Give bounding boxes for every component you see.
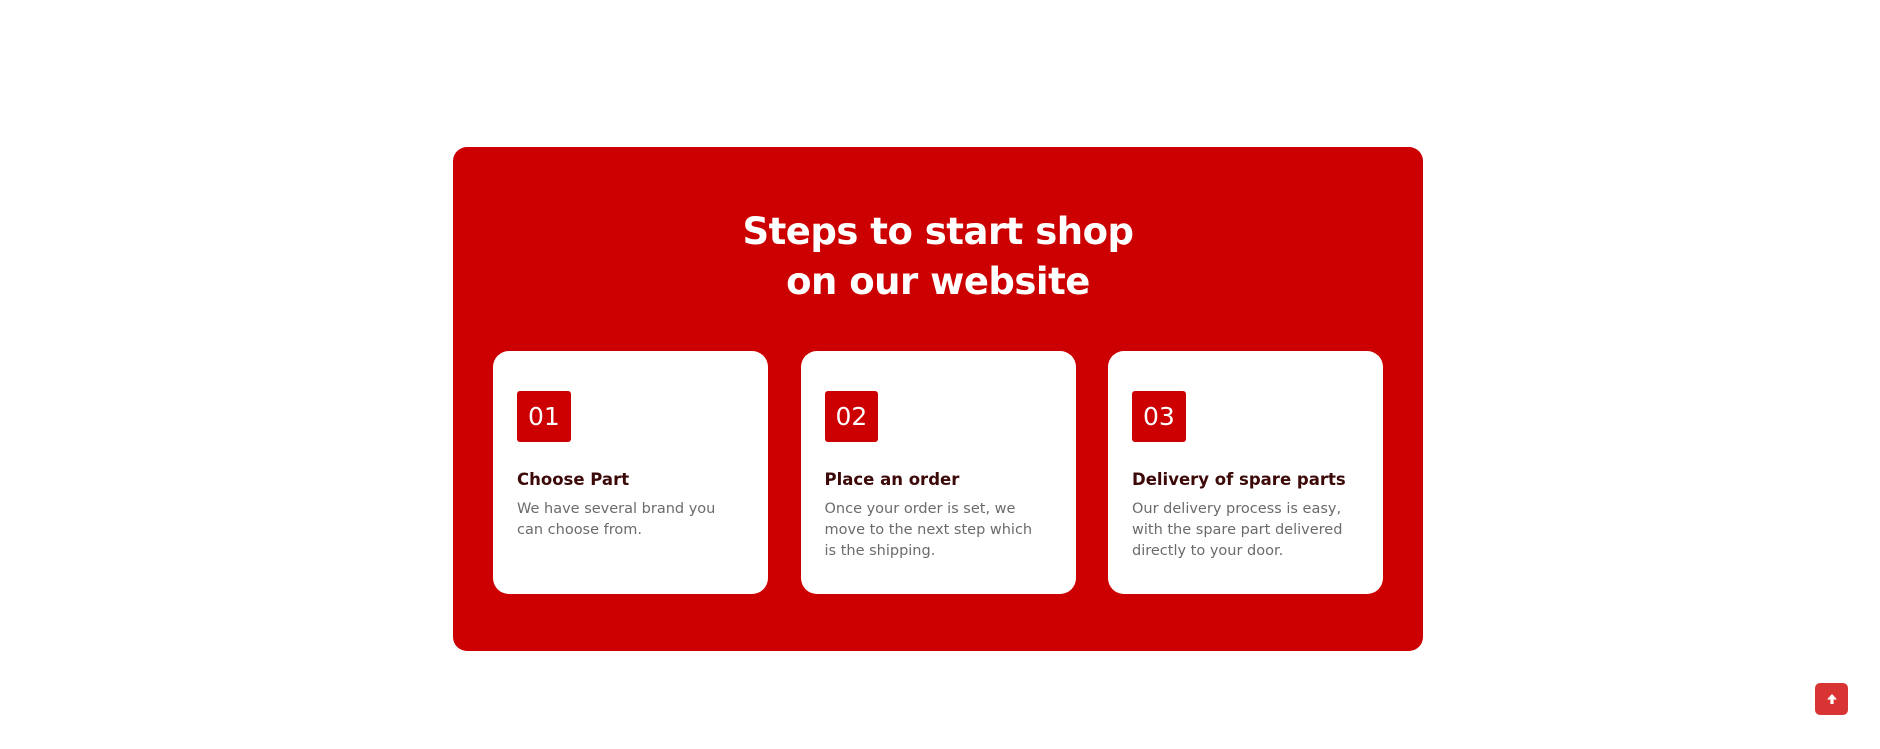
step-description: Our delivery process is easy, with the s… [1132,501,1343,559]
step-card-delivery: 03 Delivery of spare parts Our delivery … [1108,351,1383,594]
arrow-up-icon [1826,693,1838,705]
step-description: Once your order is set, we move to the n… [824,501,1033,559]
step-number-badge: 01 [517,391,571,442]
step-description: We have several brand you can choose fro… [517,501,716,538]
steps-cards: 01 Choose Part We have several brand you… [493,351,1383,594]
heading-line-1: Steps to start shop [742,210,1134,253]
step-number-badge: 02 [824,391,879,442]
section-heading: Steps to start shop on our website [453,207,1423,307]
step-title: Choose Part [517,470,630,489]
step-title: Delivery of spare parts [1132,470,1346,489]
steps-section: Steps to start shop on our website 01 Ch… [453,147,1423,651]
step-card-place-order: 02 Place an order Once your order is set… [800,351,1076,594]
step-number-badge: 03 [1132,391,1186,442]
scroll-to-top-button[interactable] [1815,683,1848,715]
step-title: Place an order [824,470,960,489]
heading-line-2: on our website [786,260,1090,303]
step-card-choose-part: 01 Choose Part We have several brand you… [493,351,768,594]
